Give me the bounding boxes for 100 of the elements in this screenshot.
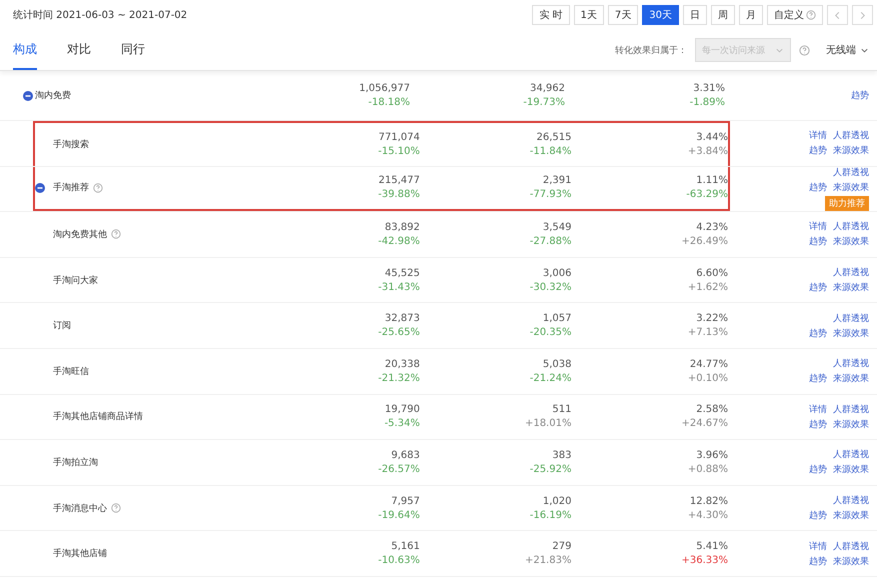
change-rate: -16.19% [530, 510, 572, 521]
change-rate: +18.01% [524, 418, 572, 430]
source-name: 手淘其他店铺 [53, 548, 107, 560]
range-button[interactable]: 30天 [642, 5, 679, 25]
metric-value: 3.44% [696, 132, 728, 143]
action-link[interactable]: 趋势 [809, 554, 827, 568]
change-rate: -77.93% [530, 189, 572, 200]
metric-value: 6.60% [696, 268, 728, 279]
action-link[interactable]: 人群透视 [833, 166, 869, 180]
change-rate: -39.88% [378, 189, 420, 200]
action-link[interactable]: 人群透视 [833, 266, 869, 280]
source-name: 手淘其他店铺商品详情 [53, 410, 143, 424]
source-name: 手淘旺信 [53, 366, 89, 378]
change-rate: +0.88% [688, 464, 728, 475]
help-icon [93, 182, 103, 193]
range-button[interactable]: 实 时 [532, 5, 570, 25]
change-rate: -1.89% [690, 97, 725, 108]
metric-value: 5,161 [391, 541, 420, 552]
metric-value: 215,477 [378, 175, 420, 186]
action-link[interactable]: 趋势 [809, 281, 827, 294]
metric-value: 1,056,977 [359, 83, 410, 94]
action-link[interactable]: 人群透视 [833, 448, 869, 462]
action-link[interactable]: 来源效果 [833, 144, 869, 158]
tab[interactable]: 对比 [67, 30, 91, 70]
change-rate: -26.57% [378, 464, 420, 475]
chevron-left-icon [833, 10, 842, 20]
change-rate: -5.34% [384, 418, 420, 430]
metric-value: 1,020 [542, 496, 572, 507]
range-button[interactable]: 7天 [608, 5, 638, 25]
metric-value: 20,338 [384, 358, 420, 370]
action-link[interactable]: 趋势 [809, 326, 827, 340]
action-link[interactable]: 详情 [809, 220, 827, 234]
range-button[interactable]: 日 [683, 5, 707, 25]
source-name: 手淘消息中心 [53, 502, 107, 515]
action-link[interactable]: 人群透视 [833, 357, 869, 370]
metric-value: 3,006 [542, 268, 572, 279]
metric-value: 26,515 [536, 132, 572, 143]
help-icon [111, 503, 121, 514]
action-link[interactable]: 来源效果 [833, 372, 869, 386]
action-link[interactable]: 趋势 [809, 235, 827, 248]
range-button[interactable]: 自定义 [767, 5, 823, 25]
change-rate: +24.67% [681, 418, 728, 430]
action-link[interactable]: 趋势 [809, 181, 827, 194]
action-link[interactable]: 来源效果 [833, 509, 869, 522]
metric-value: 3.96% [696, 450, 728, 461]
device-select[interactable]: 无线端 [826, 43, 869, 57]
action-link[interactable]: 趋势 [809, 418, 827, 431]
change-rate: -31.43% [378, 282, 420, 293]
action-link[interactable]: 人群透视 [833, 402, 869, 416]
source-name: 淘内免费其他 [53, 228, 107, 241]
source-name: 手淘推荐 [53, 182, 89, 194]
tab[interactable]: 构成 [13, 30, 37, 70]
change-rate: -15.10% [378, 146, 420, 157]
range-button[interactable]: 1天 [574, 5, 604, 25]
action-link[interactable]: 趋势 [851, 89, 869, 102]
collapse-icon[interactable] [35, 182, 45, 193]
metric-value: 19,790 [384, 404, 420, 416]
action-link[interactable]: 人群透视 [833, 312, 869, 325]
action-link[interactable]: 人群透视 [833, 129, 869, 142]
change-rate: +3.84% [688, 146, 728, 157]
metric-value: 511 [552, 404, 572, 416]
action-link[interactable]: 趋势 [809, 372, 827, 386]
change-rate: -42.98% [378, 236, 420, 247]
change-rate: +1.62% [688, 282, 728, 293]
action-link[interactable]: 详情 [809, 402, 827, 416]
metric-value: 83,892 [384, 222, 420, 233]
action-link[interactable]: 来源效果 [833, 281, 869, 294]
action-link[interactable]: 来源效果 [833, 181, 869, 194]
metric-value: 45,525 [384, 268, 420, 279]
change-rate: -30.32% [530, 282, 572, 293]
help-icon [806, 10, 816, 20]
range-button[interactable]: 月 [739, 5, 763, 25]
date-range-label: 统计时间 2021-06-03 ~ 2021-07-02 [13, 8, 188, 22]
range-button[interactable]: 周 [711, 5, 735, 25]
metric-value: 34,962 [530, 83, 565, 94]
action-link[interactable]: 详情 [809, 540, 827, 553]
action-link[interactable]: 趋势 [809, 463, 827, 476]
action-link[interactable]: 来源效果 [833, 554, 869, 568]
action-link[interactable]: 趋势 [809, 509, 827, 522]
collapse-icon[interactable] [23, 90, 33, 100]
change-rate: -19.73% [523, 97, 565, 108]
metric-value: 1,057 [542, 313, 572, 324]
action-link[interactable]: 来源效果 [833, 326, 869, 340]
metric-value: 3,549 [542, 222, 572, 233]
action-link[interactable]: 人群透视 [833, 494, 869, 508]
action-link[interactable]: 人群透视 [833, 540, 869, 553]
metric-value: 3.31% [693, 83, 725, 94]
action-link[interactable]: 来源效果 [833, 235, 869, 248]
action-link[interactable]: 详情 [809, 129, 827, 142]
chevron-right-icon [858, 10, 867, 20]
action-link[interactable]: 人群透视 [833, 220, 869, 234]
change-rate: +0.10% [688, 372, 728, 384]
metric-value: 279 [552, 541, 572, 552]
metric-value: 5.41% [696, 541, 728, 552]
tab[interactable]: 同行 [121, 30, 145, 70]
change-rate: -21.24% [530, 372, 572, 384]
action-link[interactable]: 来源效果 [833, 463, 869, 476]
action-link[interactable]: 趋势 [809, 144, 827, 158]
change-rate: -19.64% [378, 510, 420, 521]
action-link[interactable]: 来源效果 [833, 418, 869, 431]
